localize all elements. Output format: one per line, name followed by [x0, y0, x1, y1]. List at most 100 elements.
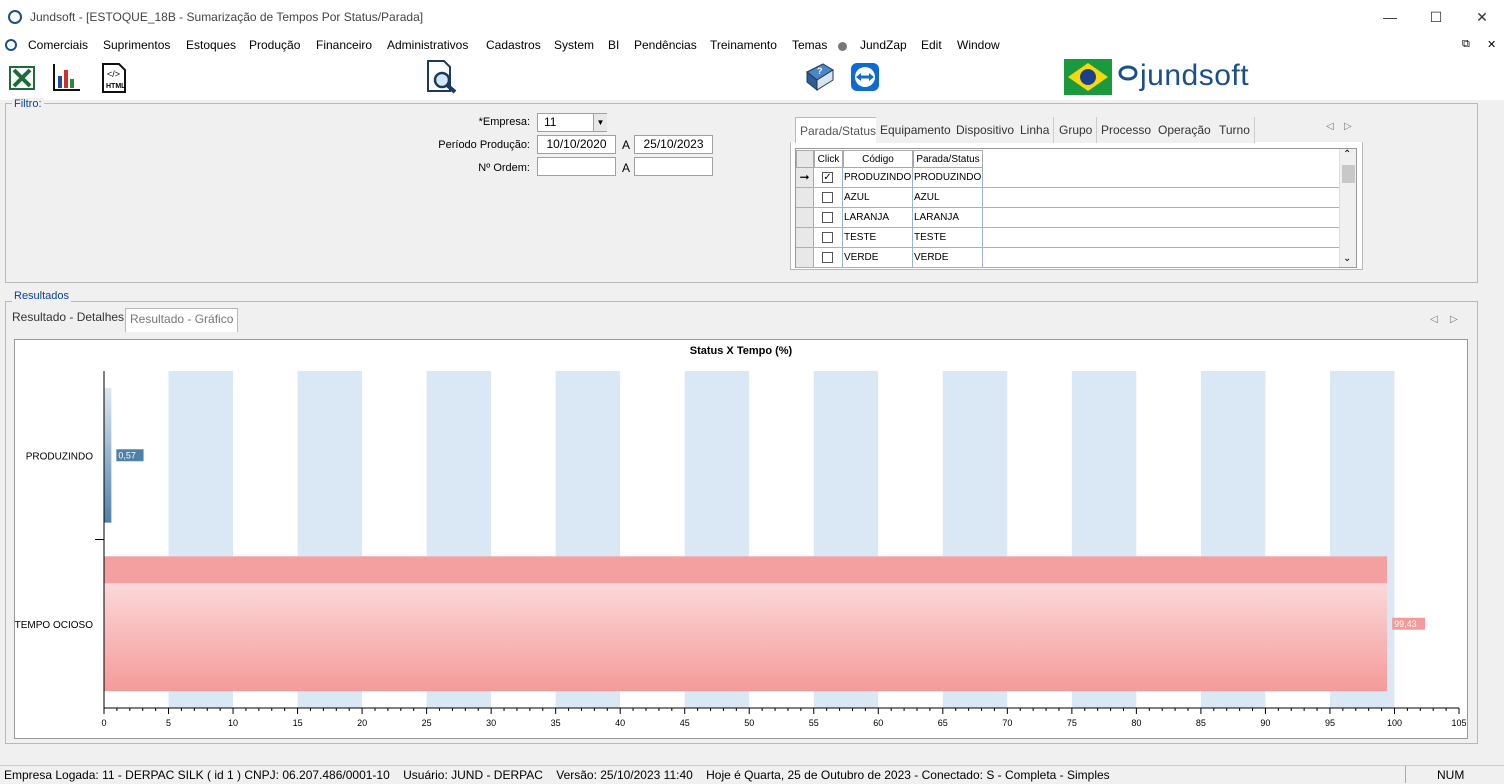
ordem-to-input[interactable]: [634, 157, 713, 176]
tab-equipamento[interactable]: Equipamento: [876, 117, 956, 143]
row-selector[interactable]: [796, 228, 814, 247]
status-separator: [1405, 766, 1435, 783]
tab-turno[interactable]: Turno: [1215, 117, 1255, 143]
menu-window[interactable]: Window: [957, 38, 1000, 52]
menu-financeiro[interactable]: Financeiro: [316, 38, 372, 52]
scroll-down-icon[interactable]: ⌄: [1343, 253, 1351, 264]
x-tick-label: 30: [486, 718, 496, 728]
tab-linha[interactable]: Linha: [1016, 117, 1055, 143]
menu-system[interactable]: System: [554, 38, 594, 52]
x-tick-label: 105: [1451, 718, 1466, 728]
grid-header-codigo[interactable]: Código: [843, 150, 913, 168]
row-checkbox[interactable]: [822, 232, 833, 243]
cell-codigo: LARANJA: [844, 212, 890, 223]
category-label: PRODUZINDO: [26, 451, 93, 462]
help-book-icon[interactable]: ?: [803, 60, 837, 94]
excel-export-icon[interactable]: [6, 62, 38, 94]
periodo-from-input[interactable]: 10/10/2020: [537, 135, 616, 154]
menu-comerciais[interactable]: Comerciais: [28, 38, 88, 52]
status-tempo-chart: Status X Tempo (%) PRODUZINDO 0,57 TEMPO O…: [15, 345, 1467, 728]
menu-suprimentos[interactable]: Suprimentos: [103, 38, 170, 52]
row-selector[interactable]: [796, 188, 814, 207]
x-tick-label: 45: [680, 718, 690, 728]
svg-text:</>: </>: [107, 69, 120, 79]
tab-resultado-grafico[interactable]: Resultado - Gráfico: [125, 308, 239, 332]
chevron-down-icon[interactable]: ▼: [593, 114, 607, 131]
app-menu-icon[interactable]: [5, 39, 17, 51]
row-selector[interactable]: [796, 208, 814, 227]
scroll-thumb[interactable]: [1342, 165, 1355, 183]
tab-grupo[interactable]: Grupo: [1055, 117, 1098, 143]
category-label: TEMPO OCIOSO: [15, 620, 93, 631]
tab-resultado-detalhes[interactable]: Resultado - Detalhes: [12, 310, 124, 324]
window-title: Jundsoft - [ESTOQUE_18B - Sumarização de…: [30, 10, 424, 24]
menu-administrativos[interactable]: Administrativos: [387, 38, 468, 52]
menu-temas[interactable]: Temas: [792, 38, 827, 52]
teamviewer-icon[interactable]: [850, 62, 880, 92]
x-tick-label: 65: [938, 718, 948, 728]
menu-estoques[interactable]: Estoques: [186, 38, 236, 52]
periodo-to-input[interactable]: 25/10/2023: [634, 135, 713, 154]
maximize-button[interactable]: ☐: [1413, 6, 1459, 28]
menu-treinamento[interactable]: Treinamento: [710, 38, 777, 52]
bar-top-band: [104, 556, 1388, 584]
tab-processo[interactable]: Processo: [1097, 117, 1157, 143]
chart-title: Status X Tempo (%): [690, 345, 793, 357]
grid-band: [1394, 371, 1459, 708]
menu-jundzap[interactable]: JundZap: [860, 38, 907, 52]
x-tick-label: 40: [615, 718, 625, 728]
results-scroll-left-icon[interactable]: ◁: [1430, 314, 1438, 325]
tab-operacao[interactable]: Operação: [1154, 117, 1216, 143]
grid-header-status[interactable]: Parada/Status: [913, 150, 983, 168]
row-checkbox[interactable]: ✓: [822, 172, 833, 183]
ordem-label: Nº Ordem:: [478, 162, 530, 174]
x-tick-label: 25: [422, 718, 432, 728]
grid-row[interactable]: ➞ ✓ PRODUZINDO PRODUZINDO: [796, 168, 1339, 188]
grid-row[interactable]: LARANJA LARANJA: [796, 208, 1339, 228]
menu-producao[interactable]: Produção: [249, 38, 300, 52]
search-report-icon[interactable]: [424, 59, 460, 95]
menu-bi[interactable]: BI: [608, 38, 619, 52]
menu-edit[interactable]: Edit: [921, 38, 942, 52]
title-bar: Jundsoft - [ESTOQUE_18B - Sumarização de…: [0, 0, 1504, 34]
cell-status: TESTE: [914, 232, 947, 243]
restore-child-icon[interactable]: ⧉: [1462, 38, 1470, 51]
svg-text:HTML: HTML: [106, 83, 126, 90]
grid-row[interactable]: TESTE TESTE: [796, 228, 1339, 248]
menu-cadastros[interactable]: Cadastros: [486, 38, 541, 52]
row-selector[interactable]: [796, 248, 814, 267]
row-checkbox[interactable]: [822, 192, 833, 203]
tab-scroll-right-icon[interactable]: ▷: [1344, 121, 1352, 132]
jundzap-icon: [838, 42, 847, 51]
cell-codigo: PRODUZINDO: [844, 172, 912, 183]
chart-area: Status X Tempo (%) PRODUZINDO 0,57 TEMPO O…: [14, 339, 1468, 739]
scroll-up-icon[interactable]: ⌃: [1343, 149, 1351, 160]
menu-bar: Comerciais Suprimentos Estoques Produção…: [0, 34, 1504, 56]
ordem-separator: A: [622, 161, 631, 175]
close-button[interactable]: ✕: [1459, 6, 1504, 28]
tab-dispositivo[interactable]: Dispositivo: [952, 117, 1020, 143]
x-tick-label: 0: [101, 718, 106, 728]
empresa-select[interactable]: 11 ▼: [537, 113, 607, 132]
chart-report-icon[interactable]: [50, 62, 82, 94]
value-label: 99,43: [1394, 619, 1417, 629]
filter-group-label: Filtro:: [12, 98, 44, 110]
grid-row[interactable]: VERDE VERDE: [796, 248, 1339, 268]
close-child-icon[interactable]: ✕: [1487, 38, 1496, 51]
grid-header-click[interactable]: Click: [814, 150, 843, 168]
menu-pendencias[interactable]: Pendências: [634, 38, 697, 52]
x-tick-label: 55: [809, 718, 819, 728]
tab-scroll-left-icon[interactable]: ◁: [1326, 121, 1334, 132]
minimize-button[interactable]: —: [1367, 6, 1413, 28]
row-checkbox[interactable]: [822, 252, 833, 263]
grid-row[interactable]: AZUL AZUL: [796, 188, 1339, 208]
html-export-icon[interactable]: HTML </>: [97, 62, 129, 94]
tab-parada-status[interactable]: Parada/Status: [795, 117, 882, 143]
filter-tab-strip: Parada/Status Equipamento Dispositivo Li…: [790, 114, 1363, 143]
results-scroll-right-icon[interactable]: ▷: [1450, 314, 1458, 325]
x-tick-label: 70: [1002, 718, 1012, 728]
grid-scrollbar[interactable]: ⌃ ⌄: [1339, 149, 1356, 267]
row-checkbox[interactable]: [822, 212, 833, 223]
x-tick-label: 10: [228, 718, 238, 728]
ordem-from-input[interactable]: [537, 157, 616, 176]
